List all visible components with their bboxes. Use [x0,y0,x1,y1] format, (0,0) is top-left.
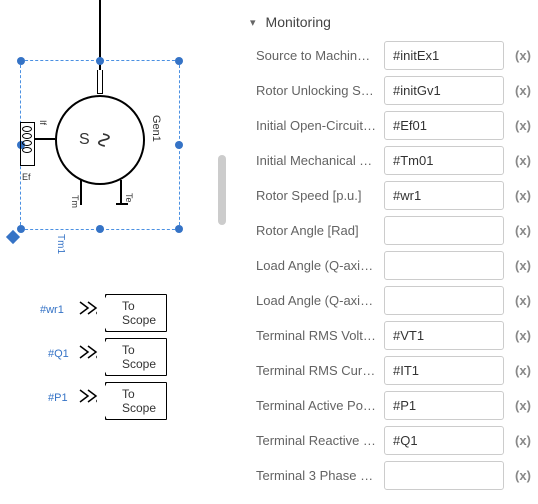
property-input[interactable] [384,251,504,280]
expression-button[interactable]: (x) [512,468,534,483]
property-row: Load Angle (Q-axis … (x) [236,248,538,283]
property-label: Load Angle (Q-axis … [256,258,376,273]
property-label: Terminal RMS Volt… [256,328,376,343]
wire [35,138,55,140]
property-row: Terminal 3 Phase C… (x) [236,458,538,493]
scope-label[interactable]: To Scope [105,294,167,332]
property-label: Initial Mechanical T… [256,153,376,168]
property-label: Rotor Speed [p.u.] [256,188,376,203]
resize-handle[interactable] [17,225,25,233]
property-input[interactable] [384,181,504,210]
property-row: Terminal RMS Curr… (x) [236,353,538,388]
expression-button[interactable]: (x) [512,223,534,238]
signal-label[interactable]: #P1 [48,392,68,404]
expression-button[interactable]: (x) [512,153,534,168]
property-input[interactable] [384,286,504,315]
tm1-signal-label[interactable]: Tm1 [55,234,66,254]
property-label: Rotor Unlocking Si… [256,83,376,98]
resize-handle[interactable] [96,57,104,65]
scope-label[interactable]: To Scope [105,338,167,376]
property-row: Rotor Speed [p.u.] (x) [236,178,538,213]
machine-sine-icon: ∿ [91,131,117,149]
machine-port-top[interactable] [97,70,103,94]
property-input[interactable] [384,391,504,420]
exciter-block[interactable] [0,120,45,170]
chevron-down-icon: ▾ [250,16,256,29]
expression-button[interactable]: (x) [512,363,534,378]
synchronous-machine-block[interactable]: S ∿ [55,95,145,185]
properties-panel: ▾ Monitoring Source to Machine …(x)Rotor… [236,0,538,504]
resize-handle[interactable] [175,57,183,65]
property-row: Initial Mechanical T… (x) [236,143,538,178]
property-label: Terminal Reactive … [256,433,376,448]
property-input[interactable] [384,461,504,490]
signal-label[interactable]: #wr1 [40,304,64,316]
expression-button[interactable]: (x) [512,48,534,63]
property-row: Rotor Angle [Rad] (x) [236,213,538,248]
scope-label[interactable]: To Scope [105,382,167,420]
resize-handle[interactable] [96,225,104,233]
port-tm-label: Tm [70,195,80,208]
machine-s-label: S [79,131,90,149]
property-input[interactable] [384,356,504,385]
expression-button[interactable]: (x) [512,398,534,413]
expression-button[interactable]: (x) [512,188,534,203]
resize-handle[interactable] [175,225,183,233]
property-label: Terminal RMS Curr… [256,363,376,378]
section-header-monitoring[interactable]: ▾ Monitoring [236,6,538,38]
resize-handle[interactable] [17,57,25,65]
resize-handle[interactable] [175,141,183,149]
property-input[interactable] [384,216,504,245]
expression-button[interactable]: (x) [512,433,534,448]
property-input[interactable] [384,111,504,140]
property-label: Source to Machine … [256,48,376,63]
property-row: Terminal Reactive … (x) [236,423,538,458]
property-label: Load Angle (Q-axis … [256,293,376,308]
monitoring-rows: Source to Machine …(x)Rotor Unlocking Si… [236,38,538,493]
section-title: Monitoring [266,14,331,30]
property-label: Terminal 3 Phase C… [256,468,376,483]
port-te-label: Te [124,193,134,203]
property-row: Source to Machine … (x) [236,38,538,73]
property-input[interactable] [384,41,504,70]
machine-name-label[interactable]: Gen1 [150,115,162,142]
schematic-canvas[interactable]: S ∿ Gen1 Tm Te Tm1 If Ef #wr1 To Scope #… [0,0,230,504]
property-row: Load Angle (Q-axis … (x) [236,283,538,318]
property-row: Terminal Active Po… (x) [236,388,538,423]
property-input[interactable] [384,426,504,455]
exciter-ef-label: Ef [22,172,31,182]
property-row: Terminal RMS Volt… (x) [236,318,538,353]
expression-button[interactable]: (x) [512,258,534,273]
property-input[interactable] [384,76,504,105]
machine-port-tm[interactable] [80,180,82,205]
exciter-if-label: If [38,120,48,125]
property-row: Rotor Unlocking Si… (x) [236,73,538,108]
canvas-scrollbar[interactable] [218,155,226,225]
property-label: Terminal Active Po… [256,398,376,413]
property-label: Rotor Angle [Rad] [256,223,376,238]
property-input[interactable] [384,146,504,175]
signal-label[interactable]: #Q1 [48,348,69,360]
expression-button[interactable]: (x) [512,118,534,133]
property-input[interactable] [384,321,504,350]
expression-button[interactable]: (x) [512,328,534,343]
machine-port-te[interactable] [120,180,122,205]
property-row: Initial Open-Circuit … (x) [236,108,538,143]
expression-button[interactable]: (x) [512,293,534,308]
property-label: Initial Open-Circuit … [256,118,376,133]
expression-button[interactable]: (x) [512,83,534,98]
